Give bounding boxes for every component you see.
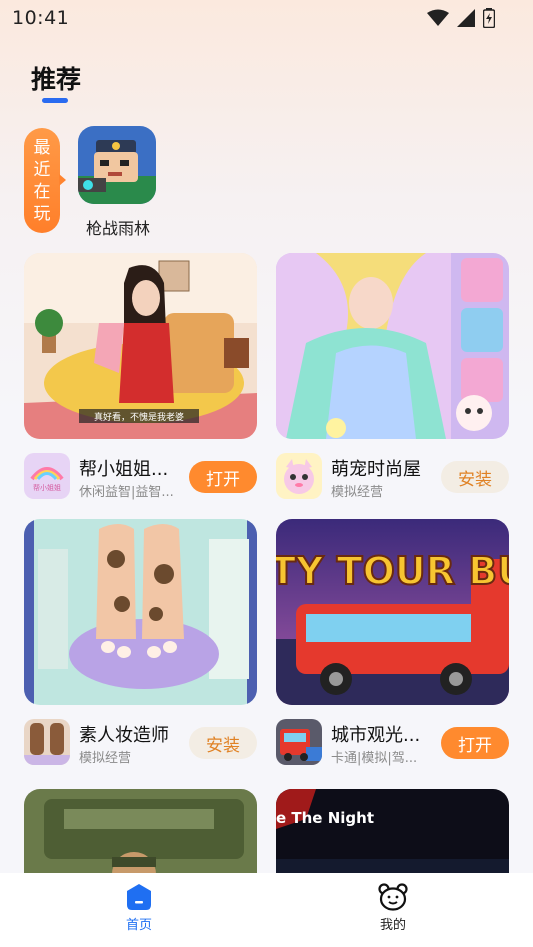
app-icon[interactable] [276,719,322,765]
app-icon[interactable] [276,453,322,499]
game-info: 城市观光... 卡通|模拟|驾... 打开 [276,719,509,767]
recent-app-icon[interactable] [78,126,156,204]
recent-app-item[interactable]: 枪战雨林 [78,126,158,239]
cover-title-text: e The Night [276,809,374,827]
tab-home-label: 首页 [125,918,152,933]
bear-face-icon [378,883,408,911]
cover-title-text: TY TOUR BUS [276,549,509,593]
open-button[interactable]: 打开 [189,461,257,493]
tab-home[interactable]: 首页 [94,883,184,933]
open-button[interactable]: 打开 [441,727,509,759]
app-tags: 模拟经营 [79,751,132,766]
game-cover-image[interactable]: e The Night [276,789,509,879]
install-button[interactable]: 安装 [189,727,257,759]
tab-mine-label: 我的 [379,918,406,933]
app-icon[interactable] [24,719,70,765]
game-cover-image[interactable] [24,519,257,705]
game-info: 帮小姐姐 帮小姐姐... 休闲益智|益智... 打开 [24,453,257,501]
app-icon-label: 帮小姐姐 [33,483,61,492]
status-icons [427,8,495,28]
game-cover-image[interactable]: TY TOUR BUS [276,519,509,705]
app-name: 素人妆造师 [79,725,169,746]
game-cover-image[interactable]: 真好看，不愧是我老婆 [24,253,257,439]
game-info: 素人妆造师 模拟经营 安装 [24,719,257,767]
status-time: 10:41 [12,7,70,29]
game-cover-image[interactable] [24,789,257,879]
recent-played-tag: 最近在玩 [24,128,66,233]
wifi-icon [427,9,449,26]
app-name: 帮小姐姐... [79,459,169,480]
install-button[interactable]: 安装 [441,461,509,493]
status-bar: 10:41 [0,0,533,36]
recent-app-name: 枪战雨林 [85,219,150,238]
app-tags: 卡通|模拟|驾... [331,751,418,766]
cover-caption: 真好看，不愧是我老婆 [94,411,184,423]
battery-icon [483,8,495,28]
game-info: 萌宠时尚屋 模拟经营 安装 [276,453,509,501]
app-name: 城市观光... [331,725,421,746]
page-title: 推荐 [31,65,82,94]
home-icon [127,884,151,910]
app-tags: 模拟经营 [331,485,384,500]
game-card[interactable]: e The Night [276,789,509,879]
bottom-tab-bar: 首页 我的 [0,873,533,947]
game-cover-image[interactable] [276,253,509,439]
app-icon[interactable]: 帮小姐姐 [24,453,70,499]
title-underline [42,98,68,103]
game-card[interactable] [24,789,257,879]
game-card[interactable]: 萌宠时尚屋 模拟经营 安装 [276,253,509,500]
signal-icon [457,9,475,27]
app-tags: 休闲益智|益智... [79,485,174,500]
tab-mine[interactable]: 我的 [348,883,438,933]
app-name: 萌宠时尚屋 [331,459,421,480]
game-card[interactable]: 素人妆造师 模拟经营 安装 [24,519,257,766]
game-card[interactable]: 真好看，不愧是我老婆 帮小姐姐 帮小姐姐... 休闲益智|益智... 打开 [24,253,257,500]
game-card[interactable]: TY TOUR BUS 城市观光... 卡通|模拟|驾... 打开 [276,519,509,766]
